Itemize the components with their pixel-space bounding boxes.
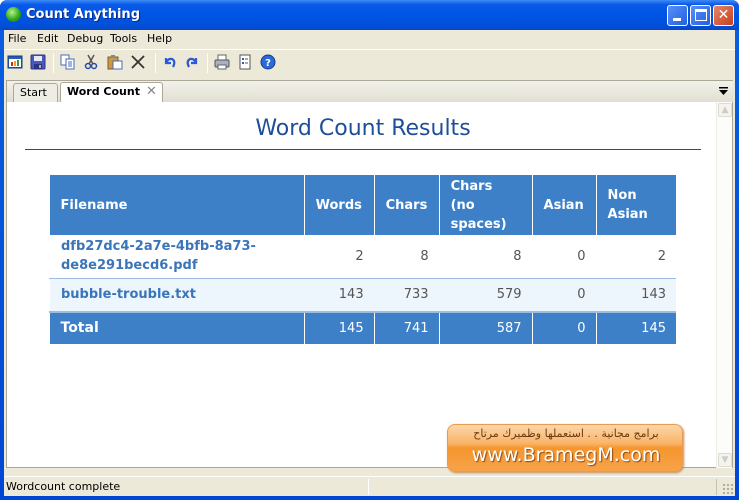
tab-list-dropdown-icon[interactable] (719, 87, 728, 95)
toolbar: ? (4, 49, 735, 75)
total-non-asian: 145 (595, 311, 676, 344)
app-window: Count Anything ✕ File Edit Debug Tools H… (0, 0, 739, 500)
vertical-scrollbar[interactable]: ▲ ▼ (716, 102, 732, 468)
window-title: Count Anything (26, 7, 140, 22)
total-label: Total (49, 311, 305, 344)
undo-icon[interactable] (162, 54, 178, 70)
col-header-filename: Filename (49, 175, 305, 235)
paste-icon[interactable] (107, 54, 123, 70)
close-icon: ✕ (717, 7, 730, 23)
status-bar: Wordcount complete (4, 476, 735, 496)
minimize-icon (673, 18, 681, 21)
print-icon[interactable] (214, 54, 230, 70)
help-icon[interactable]: ? (260, 54, 276, 70)
status-text: Wordcount complete (6, 480, 121, 493)
chars-cell: 733 (374, 278, 440, 312)
new-window-icon[interactable] (7, 54, 23, 70)
maximize-button[interactable] (690, 5, 711, 26)
col-header-chars: Chars (373, 175, 440, 235)
tab-label: Start (20, 86, 47, 99)
resize-grip-icon[interactable] (722, 483, 734, 495)
total-chars-no-spaces: 587 (438, 311, 533, 344)
close-button[interactable]: ✕ (713, 5, 734, 26)
non-asian-cell: 2 (596, 235, 676, 279)
page-title: Word Count Results (255, 116, 471, 141)
globe-app-icon (6, 7, 21, 22)
chars-no-spaces-cell: 579 (439, 278, 533, 312)
menu-edit[interactable]: Edit (37, 32, 58, 45)
asian-cell: 0 (532, 278, 597, 312)
maximize-icon (695, 9, 707, 21)
tab-strip: Start Word Count ✕ (6, 80, 733, 103)
table-row: bubble-trouble.txt 143 733 579 0 143 (49, 278, 676, 312)
results-pane: Word Count Results Filename Words Chars … (6, 102, 733, 472)
total-chars: 741 (373, 311, 440, 344)
filename-link[interactable]: dfb27dc4-2a7e-4bfb-8a73- de8e291becd6.pdf (49, 235, 305, 279)
menu-debug[interactable]: Debug (67, 32, 103, 45)
watermark-banner: برامج مجانية . . استعملها وظميرك مرتاح w… (447, 424, 683, 472)
scroll-down-icon[interactable]: ▼ (718, 453, 732, 467)
total-words: 145 (303, 311, 375, 344)
col-header-non-asian: Non Asian (595, 175, 676, 235)
status-separator (368, 479, 369, 495)
total-row: Total 145 741 587 0 145 (49, 311, 676, 344)
asian-cell: 0 (532, 235, 597, 279)
results-table: Filename Words Chars Chars (no spaces) Asi… (49, 175, 676, 344)
col-header-words: Words (303, 175, 375, 235)
toolbar-separator (207, 53, 208, 73)
chars-no-spaces-cell: 8 (439, 235, 533, 279)
toolbar-separator (53, 53, 54, 73)
title-divider (25, 149, 701, 150)
title-bar[interactable]: Count Anything ✕ (0, 0, 739, 30)
tab-label: Word Count (67, 85, 140, 98)
status-separator (716, 479, 717, 495)
save-icon[interactable] (30, 54, 46, 70)
col-header-chars-no-spaces: Chars (no spaces) (438, 175, 533, 235)
words-cell: 2 (304, 235, 375, 279)
copy-icon[interactable] (60, 54, 76, 70)
delete-icon[interactable] (130, 54, 146, 70)
banner-url: www.BramegM.com (471, 444, 661, 466)
table-row: dfb27dc4-2a7e-4bfb-8a73- de8e291becd6.pdf… (49, 235, 676, 279)
banner-tagline: برامج مجانية . . استعملها وظميرك مرتاح (473, 427, 659, 440)
chars-cell: 8 (374, 235, 440, 279)
redo-icon[interactable] (184, 54, 200, 70)
minimize-button[interactable] (667, 5, 688, 26)
tab-start[interactable]: Start (13, 83, 58, 103)
tab-word-count[interactable]: Word Count ✕ (60, 82, 163, 103)
total-asian: 0 (531, 311, 597, 344)
cut-icon[interactable] (83, 54, 99, 70)
menu-help[interactable]: Help (147, 32, 172, 45)
toolbar-separator (155, 53, 156, 73)
table-header-row: Filename Words Chars Chars (no spaces) Asi… (49, 175, 676, 235)
filename-link[interactable]: bubble-trouble.txt (49, 278, 305, 312)
col-header-asian: Asian (531, 175, 597, 235)
menu-tools[interactable]: Tools (110, 32, 137, 45)
tab-close-icon[interactable]: ✕ (146, 84, 157, 99)
menu-bar: File Edit Debug Tools Help (4, 30, 735, 48)
words-cell: 143 (304, 278, 375, 312)
scroll-up-icon[interactable]: ▲ (718, 103, 732, 117)
menu-file[interactable]: File (8, 32, 26, 45)
window-frame: File Edit Debug Tools Help ? Start Word … (4, 30, 735, 496)
svg-text:?: ? (265, 58, 271, 69)
properties-icon[interactable] (237, 54, 253, 70)
non-asian-cell: 143 (596, 278, 676, 312)
